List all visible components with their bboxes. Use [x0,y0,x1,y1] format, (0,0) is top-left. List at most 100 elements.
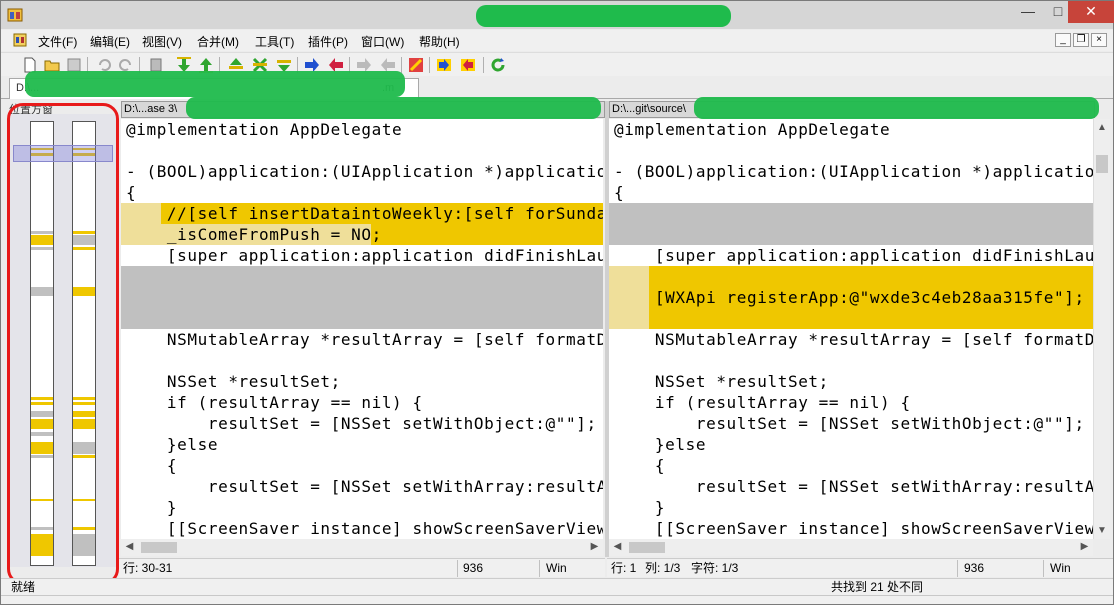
left-horizontal-scrollbar[interactable]: ◀ ▶ [121,539,603,556]
left-line-8 [121,266,603,287]
menu-tools[interactable]: 工具(T) [255,33,294,50]
scroll-left-arrow-icon[interactable]: ◀ [609,539,626,556]
menu-merge[interactable]: 合并(M) [197,33,239,50]
tab-redaction [25,71,405,97]
right-line-7: [super application:application didFinish… [614,246,1093,265]
right-horizontal-scroll-thumb[interactable] [629,542,665,553]
right-horizontal-scrollbar[interactable]: ◀ ▶ [609,539,1093,556]
left-status-codepage: 936 [463,561,484,575]
right-diff-pane[interactable]: @implementation AppDelegate - (BOOL)appl… [609,119,1093,539]
diff-marker [31,402,53,405]
left-horizontal-scroll-thumb[interactable] [141,542,177,553]
right-status-eol: Win [1050,561,1071,575]
diff-marker [31,231,53,234]
left-line-5: //[self insertDataintoWeekly:[self forSu… [121,203,603,224]
diff-marker [31,397,53,400]
status-separator [1043,560,1044,577]
diff-marker [31,499,53,501]
right-line-1: @implementation AppDelegate [614,120,891,139]
left-line-9 [121,287,603,308]
scroll-right-arrow-icon[interactable]: ▶ [586,539,603,556]
merge-left-icon[interactable] [459,56,477,74]
right-status-col: 列: 1/3 [645,561,681,575]
right-line-10 [609,308,1093,329]
right-line-17: { [614,456,666,475]
location-pane[interactable] [9,114,117,567]
toolbar-separator [483,57,484,73]
scroll-down-arrow-icon[interactable]: ▼ [1094,522,1110,539]
right-line-4: { [614,183,625,202]
left-line-17: { [126,456,178,475]
location-pane-title: 位置方窗 [9,104,53,116]
merge-right-icon[interactable] [435,56,453,74]
right-line-12 [609,350,1093,371]
diff-marker [73,534,95,556]
vertical-scrollbar[interactable]: ▲ ▼ [1093,119,1110,539]
mdi-close-button[interactable]: × [1091,33,1107,47]
left-diff-pane[interactable]: @implementation AppDelegate - (BOOL)appl… [121,119,603,539]
status-separator [457,560,458,577]
location-bar-left[interactable] [30,121,54,566]
document-icon[interactable] [13,33,27,47]
menu-help[interactable]: 帮助(H) [419,33,460,50]
diff-marker [73,527,95,530]
left-line-10 [121,308,603,329]
right-line-5 [609,203,1093,224]
diff-marker [31,432,53,436]
menu-plugins[interactable]: 插件(P) [308,33,348,50]
toolbar-separator [401,57,402,73]
menu-edit[interactable]: 编辑(E) [90,33,130,50]
diff-marker [31,287,53,296]
left-line-13: NSSet *resultSet; [126,372,341,391]
left-pane-status: 行: 30-31 936 Win [119,558,605,577]
mdi-restore-button[interactable]: ❐ [1073,33,1089,47]
minimize-button[interactable]: — [1013,1,1043,23]
right-line-18: resultSet = [NSSet setWithArray:resultA [614,477,1093,496]
app-status-bar: 就绪 共找到 21 处不同 [1,578,1113,595]
scroll-right-arrow-icon[interactable]: ▶ [1076,539,1093,556]
right-line-14: if (resultArray == nil) { [614,393,911,412]
location-viewport-indicator[interactable] [13,145,113,162]
scroll-left-arrow-icon[interactable]: ◀ [121,539,138,556]
menu-view[interactable]: 视图(V) [142,33,182,50]
right-line-6 [609,224,1093,245]
left-line-12 [121,350,603,371]
right-line-3: - (BOOL)application:(UIApplication *)app… [614,162,1093,181]
diff-marker [31,411,53,417]
toolbar-separator [429,57,430,73]
mdi-minimize-button[interactable]: _ [1055,33,1071,47]
diff-marker [73,419,95,429]
all-right-icon[interactable] [407,56,425,74]
left-line-4: { [126,183,137,202]
right-line-20: [[ScreenSaver instance] showScreenSaverV… [614,519,1093,538]
right-line-13: NSSet *resultSet; [614,372,829,391]
diff-marker [31,235,53,245]
scroll-up-arrow-icon[interactable]: ▲ [1094,119,1110,136]
left-line-14: if (resultArray == nil) { [126,393,423,412]
right-line-2 [609,140,1093,161]
diff-marker [31,455,53,458]
status-separator [539,560,540,577]
left-path-redaction [186,97,601,119]
title-bar: WinMerge - — □ ✕ [1,1,1114,29]
diff-marker [73,247,95,250]
close-button[interactable]: ✕ [1068,1,1114,23]
refresh-icon[interactable] [489,56,507,74]
left-line-20: [[ScreenSaver instance] showScreenSaverV… [126,519,603,538]
diff-marker [73,397,95,400]
right-pane-status: 行: 1 列: 1/3 字符: 1/3 936 Win [607,558,1113,577]
left-line-2 [121,140,603,161]
menu-window[interactable]: 窗口(W) [361,33,404,50]
left-line-7: [super application:application didFinish… [126,246,603,265]
right-status-line: 行: 1 [611,561,637,575]
right-line-16: }else [614,435,707,454]
vertical-scroll-thumb[interactable] [1096,155,1108,173]
status-ready: 就绪 [11,580,36,594]
right-line-11: NSMutableArray *resultArray = [self form… [614,330,1093,349]
menu-file[interactable]: 文件(F) [38,33,77,50]
diff-marker [31,534,53,556]
diff-marker [73,455,95,458]
left-line-16: }else [126,435,219,454]
left-line-6: _isComeFromPush = NO; [121,224,603,245]
location-bar-right[interactable] [72,121,96,566]
